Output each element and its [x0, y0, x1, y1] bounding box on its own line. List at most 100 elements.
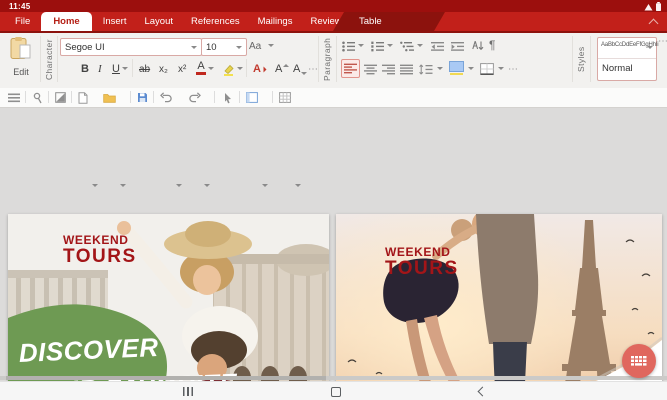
caret-up-icon — [283, 64, 289, 67]
multilevel-list-button[interactable] — [400, 38, 414, 54]
home-icon[interactable] — [331, 387, 341, 397]
align-left-button[interactable] — [341, 59, 360, 78]
current-style-name: Normal — [602, 63, 633, 74]
font-name-select[interactable]: Segoe UI — [60, 38, 202, 56]
line-spacing-button[interactable] — [419, 61, 433, 77]
borders-button[interactable] — [480, 61, 494, 77]
tab-mailings[interactable]: Mailings — [249, 13, 302, 31]
bold-button[interactable]: B — [81, 61, 89, 77]
page-view-icon[interactable] — [246, 91, 258, 104]
document-canvas[interactable]: WEEKEND TOURS DISCOVER YOUR FAVORITE CIT… — [0, 107, 667, 381]
tab-table[interactable]: Table — [359, 16, 382, 27]
shading-dropdown[interactable] — [468, 67, 474, 70]
underline-button[interactable]: U — [112, 61, 120, 77]
clock: 11:45 — [9, 2, 31, 11]
character-group-tab[interactable]: Character — [41, 31, 57, 88]
keyboard-icon — [630, 355, 648, 368]
font-color-swatch — [196, 72, 206, 75]
battery-icon — [656, 2, 661, 11]
paragraph-more-button[interactable]: ⋯ — [508, 64, 519, 75]
scrollbar-thumb[interactable] — [6, 376, 326, 380]
style-gallery[interactable]: AaBbCcDdEeFfGgHhIi Normal — [597, 37, 657, 81]
strikethrough-button[interactable]: ab — [139, 61, 150, 77]
tab-references[interactable]: References — [182, 13, 249, 31]
undo-icon[interactable] — [160, 91, 173, 104]
align-right-button[interactable] — [382, 61, 395, 77]
font-size-select[interactable]: 10 — [201, 38, 247, 56]
horizontal-scrollbar[interactable] — [0, 376, 667, 380]
sort-button[interactable] — [472, 38, 484, 54]
change-case-dropdown[interactable] — [268, 44, 274, 47]
tab-insert[interactable]: Insert — [94, 13, 136, 31]
numbered-list-button[interactable] — [371, 38, 384, 54]
decrease-indent-button[interactable] — [431, 38, 444, 54]
paris-photo — [336, 214, 662, 400]
highlighter-icon — [222, 63, 235, 76]
view-mode-icon[interactable] — [55, 91, 66, 104]
align-center-button[interactable] — [364, 61, 377, 77]
shrink-font-button[interactable]: A — [293, 61, 307, 77]
quick-access-toolbar — [0, 88, 667, 108]
numbered-list-dropdown[interactable] — [387, 44, 393, 47]
styles-group-tab[interactable]: Styles — [573, 31, 589, 88]
page-paris[interactable]: WEEKEND TOURS PARIS — [336, 214, 662, 400]
menu-icon[interactable] — [8, 91, 20, 104]
styles-more-button[interactable]: ⋯ — [658, 36, 667, 47]
android-nav-bar — [0, 381, 667, 400]
wifi-icon — [644, 3, 653, 11]
grow-font-button[interactable]: A — [275, 61, 289, 77]
font-color-button[interactable]: A — [196, 60, 206, 76]
ribbon-tab-bar: File Home Insert Layout References Maili… — [0, 12, 667, 31]
show-keyboard-button[interactable] — [622, 344, 656, 378]
select-cursor-icon[interactable] — [222, 91, 233, 104]
ribbon: Edit Character Segoe UI 10 Aa B I U ab x… — [0, 31, 667, 89]
increase-indent-button[interactable] — [451, 38, 464, 54]
edit-group-label: Edit — [2, 67, 40, 77]
underline-dropdown[interactable] — [122, 67, 128, 70]
brand-logo-venice: WEEKEND TOURS — [63, 234, 137, 266]
recent-apps-icon[interactable] — [183, 387, 193, 396]
shading-color-bar — [450, 73, 463, 75]
brand-logo-paris: WEEKEND TOURS — [385, 246, 459, 278]
open-file-icon[interactable] — [103, 91, 116, 104]
shading-swatch — [449, 61, 464, 72]
chevron-down-icon — [236, 46, 242, 49]
borders-dropdown[interactable] — [498, 67, 504, 70]
back-icon[interactable] — [478, 387, 488, 397]
tab-home[interactable]: Home — [41, 12, 91, 32]
tab-layout[interactable]: Layout — [135, 13, 182, 31]
collapse-ribbon-icon[interactable] — [649, 19, 659, 29]
divider — [598, 58, 656, 59]
tab-file[interactable]: File — [6, 13, 39, 31]
table-grid-icon[interactable] — [279, 91, 291, 104]
paste-icon[interactable] — [9, 36, 33, 67]
change-case-button[interactable]: Aa — [249, 38, 261, 54]
bullet-list-button[interactable] — [342, 38, 355, 54]
redo-icon[interactable] — [188, 91, 201, 104]
line-spacing-dropdown[interactable] — [437, 67, 443, 70]
arrow-right-icon — [263, 66, 266, 72]
superscript-button[interactable]: x² — [178, 61, 186, 77]
multilevel-list-dropdown[interactable] — [417, 44, 423, 47]
officesuite-word-app: 11:45 File Home Insert Layout References… — [0, 0, 667, 400]
page-venice[interactable]: WEEKEND TOURS DISCOVER YOUR FAVORITE CIT… — [8, 214, 329, 400]
font-color-dropdown[interactable] — [208, 67, 214, 70]
new-document-icon[interactable] — [78, 91, 88, 104]
bullet-list-dropdown[interactable] — [358, 44, 364, 47]
justify-button[interactable] — [400, 61, 413, 77]
contextual-tab-group: Table — [333, 12, 445, 31]
status-bar: 11:45 — [0, 0, 667, 12]
paragraph-group-tab[interactable]: Paragraph — [319, 31, 335, 88]
highlight-dropdown[interactable] — [237, 67, 243, 70]
italic-button[interactable]: I — [98, 61, 102, 77]
save-icon[interactable] — [137, 91, 148, 104]
touch-mode-icon[interactable] — [32, 91, 43, 104]
pilcrow-button[interactable]: ¶ — [489, 37, 495, 53]
caret-down-icon — [301, 72, 307, 75]
highlight-button[interactable] — [222, 61, 235, 77]
style-gallery-dropdown[interactable] — [647, 46, 653, 49]
subscript-button[interactable]: x₂ — [159, 61, 168, 77]
format-painter-button[interactable]: A — [253, 61, 268, 77]
shading-button[interactable] — [449, 60, 464, 76]
chevron-down-icon — [191, 46, 197, 49]
